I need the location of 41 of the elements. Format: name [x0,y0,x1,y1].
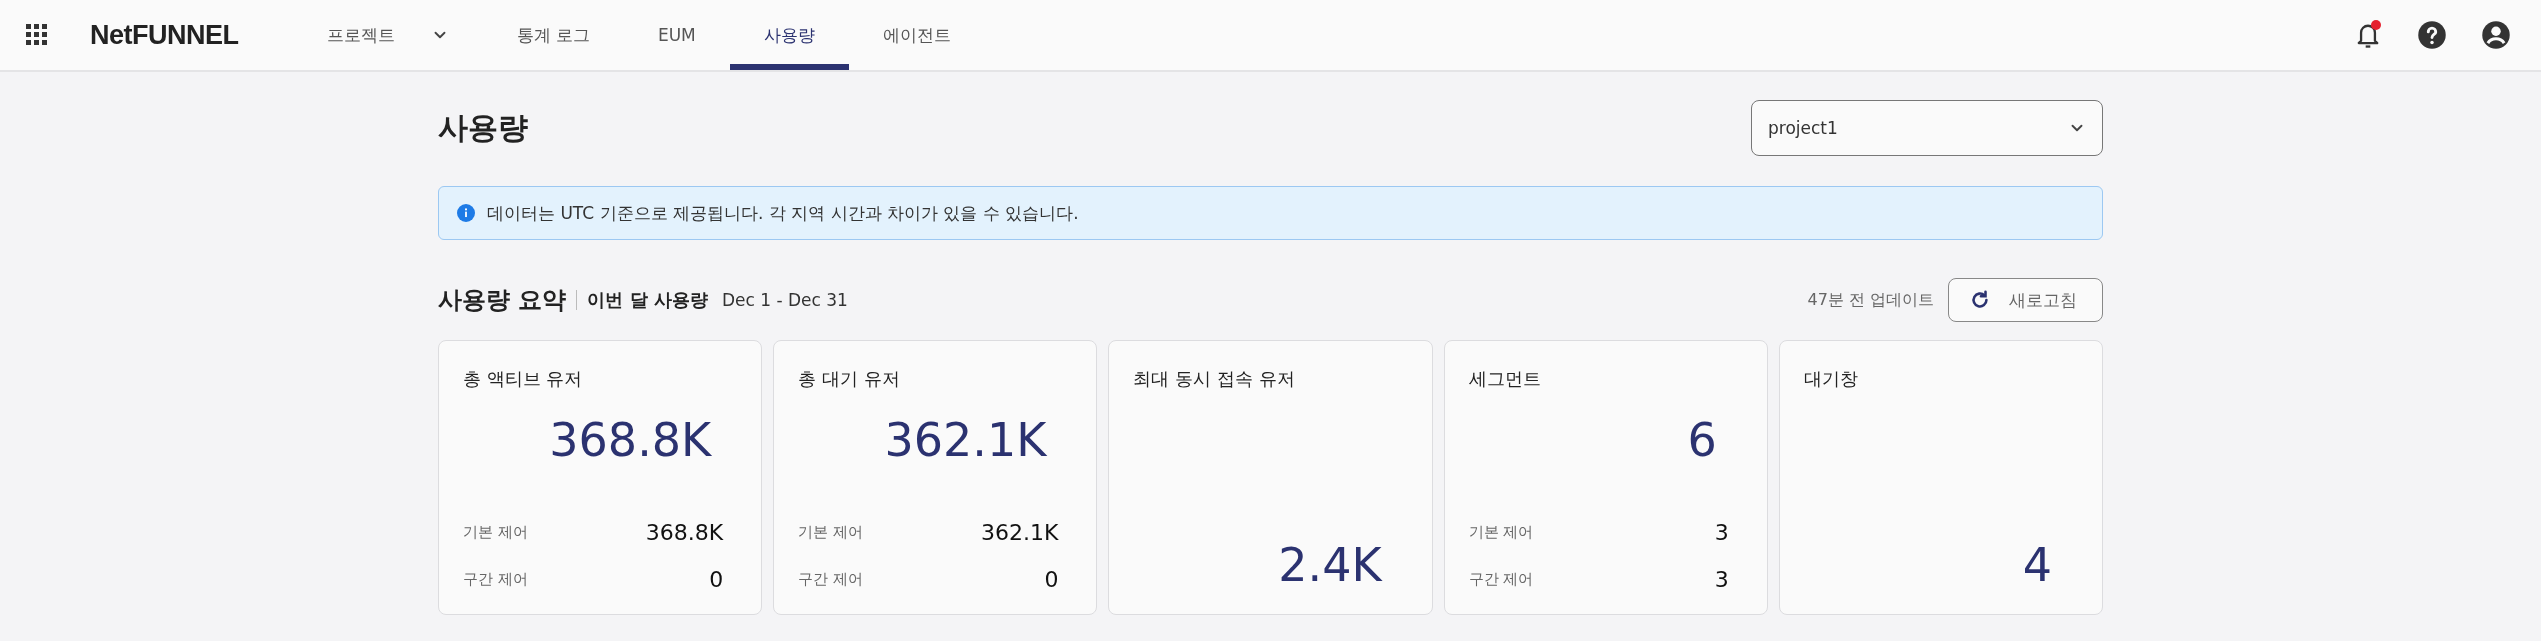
nav-tab[interactable]: 에이전트 [848,0,985,70]
stat-value: 368.8K [549,413,712,467]
row-label: 구간 제어 [1468,570,1534,589]
project-select[interactable]: project1 [1751,100,2103,156]
row-label: 기본 제어 [463,523,528,542]
row-value: 368.8K [645,520,724,545]
row-value: 0 [1044,567,1059,592]
info-message: 데이터는 UTC 기준으로 제공됩니다. 각 지역 시간과 차이가 있을 수 있습니다. [487,201,1079,225]
section-title: 사용량 요약 [438,285,567,316]
card-title: 대기창 [1803,367,1859,391]
row-label: 구간 제어 [798,570,863,589]
row-label: 기본 제어 [1468,523,1534,542]
stat-value: 6 [1687,413,1717,467]
refresh-button[interactable]: 새로고침 [1948,278,2103,322]
stat-value: 4 [2022,538,2052,592]
nav-tab[interactable]: 통계 로그 [482,0,624,70]
stat-value: 362.1K [884,413,1047,467]
row-value: 362.1K [980,520,1059,545]
row-value: 3 [1714,567,1729,592]
card-title: 총 대기 유저 [798,367,901,391]
info-icon [457,204,475,222]
row-label: 구간 제어 [463,570,528,589]
page-title: 사용량 [438,108,528,147]
help-icon[interactable] [2415,18,2449,52]
row-value: 3 [1714,520,1729,545]
nav-tab[interactable]: EUM [623,0,730,70]
app-grid-icon[interactable] [26,24,48,46]
logo[interactable]: NetFUNNEL [90,19,239,51]
card-title: 총 액티브 유저 [463,367,584,391]
refresh-icon [1969,289,1991,311]
section-subtitle: 이번 달 사용량 [587,288,708,312]
updated-time: 47분 전 업데이트 [1807,289,1934,311]
card-title: 최대 동시 접속 유저 [1133,367,1296,391]
nav-tab[interactable]: 사용량 [729,0,849,70]
nav-tab[interactable]: 프로젝트 [292,0,483,70]
date-range: Dec 1 - Dec 31 [721,290,848,310]
row-value: 0 [709,567,724,592]
stat-value: 2.4K [1278,538,1382,592]
row-label: 기본 제어 [798,523,863,542]
account-icon[interactable] [2479,18,2513,52]
card-title: 세그먼트 [1468,367,1542,391]
